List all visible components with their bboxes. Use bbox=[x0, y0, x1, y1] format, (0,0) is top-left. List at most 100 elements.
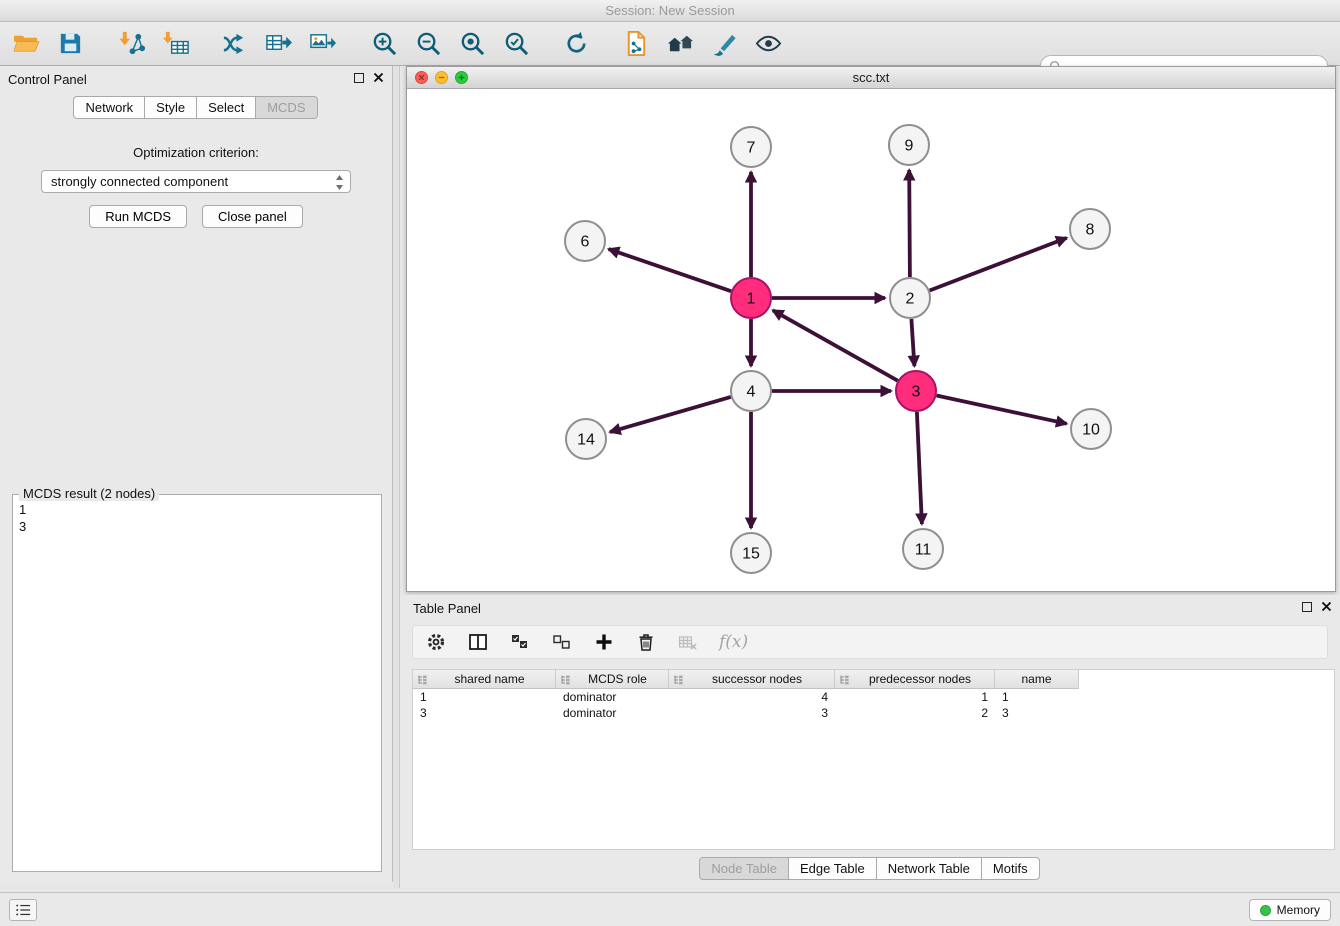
zoom-selected-button[interactable] bbox=[500, 28, 532, 60]
zoom-out-icon bbox=[415, 30, 442, 57]
graph-node-label: 9 bbox=[905, 138, 914, 155]
home-neighbors-button[interactable] bbox=[664, 28, 696, 60]
paint-brush-icon bbox=[711, 30, 738, 57]
select-all-rows-button[interactable] bbox=[509, 631, 531, 653]
import-table-button[interactable] bbox=[160, 28, 192, 60]
network-window-titlebar[interactable]: scc.txt bbox=[407, 67, 1335, 89]
open-folder-icon bbox=[13, 30, 40, 57]
run-mcds-button[interactable]: Run MCDS bbox=[89, 205, 187, 228]
close-window-icon[interactable] bbox=[415, 71, 428, 84]
tab-edge-table[interactable]: Edge Table bbox=[788, 857, 877, 880]
show-graphics-button[interactable] bbox=[752, 28, 784, 60]
node-table: shared name MCDS role successor nodes pr… bbox=[412, 669, 1335, 850]
table-header-row: shared name MCDS role successor nodes pr… bbox=[413, 670, 1334, 689]
refresh-tool-group bbox=[560, 28, 592, 60]
memory-button[interactable]: Memory bbox=[1249, 899, 1331, 921]
apply-style-button[interactable] bbox=[708, 28, 740, 60]
houses-icon bbox=[667, 30, 694, 57]
graph-edge bbox=[917, 412, 922, 524]
column-header-name[interactable]: name bbox=[995, 670, 1079, 689]
table-row[interactable]: 1 dominator 4 1 1 bbox=[413, 689, 1334, 705]
import-network-button[interactable] bbox=[116, 28, 148, 60]
export-image-button[interactable] bbox=[306, 28, 338, 60]
tab-mcds[interactable]: MCDS bbox=[255, 96, 317, 119]
attribute-icon bbox=[839, 674, 850, 685]
column-header-mcds-role[interactable]: MCDS role bbox=[556, 670, 669, 689]
delete-column-button[interactable] bbox=[635, 631, 657, 653]
deselect-all-rows-button[interactable] bbox=[551, 631, 573, 653]
graph-edge bbox=[909, 170, 910, 277]
import-tool-group bbox=[116, 28, 192, 60]
mcds-result-title: MCDS result (2 nodes) bbox=[19, 486, 159, 501]
export-table-button[interactable] bbox=[262, 28, 294, 60]
network-graph[interactable]: 7968124314101511 bbox=[407, 89, 1335, 591]
window-controls bbox=[415, 71, 468, 84]
export-tool-group bbox=[218, 28, 338, 60]
open-session-button[interactable] bbox=[10, 28, 42, 60]
task-history-button[interactable] bbox=[9, 899, 37, 921]
network-arrows-icon bbox=[221, 30, 248, 57]
float-table-panel-icon[interactable] bbox=[1302, 602, 1312, 612]
status-bar: Memory bbox=[0, 892, 1340, 926]
refresh-icon bbox=[563, 30, 590, 57]
close-panel-button[interactable]: Close panel bbox=[202, 205, 303, 228]
tab-network-table[interactable]: Network Table bbox=[876, 857, 982, 880]
eye-icon bbox=[755, 30, 782, 57]
network-canvas[interactable]: 7968124314101511 bbox=[407, 89, 1335, 591]
column-header-shared-name[interactable]: shared name bbox=[413, 670, 556, 689]
column-header-successor-nodes[interactable]: successor nodes bbox=[669, 670, 835, 689]
graph-node-label: 7 bbox=[747, 140, 756, 157]
tab-select[interactable]: Select bbox=[196, 96, 256, 119]
refresh-layout-button[interactable] bbox=[560, 28, 592, 60]
file-tool-group bbox=[10, 28, 86, 60]
task-list-icon bbox=[14, 902, 32, 918]
cell-predecessor-nodes: 2 bbox=[835, 705, 995, 721]
tab-motifs[interactable]: Motifs bbox=[981, 857, 1040, 880]
control-panel-title: Control Panel bbox=[8, 72, 87, 87]
float-panel-icon[interactable] bbox=[354, 73, 364, 83]
tab-style[interactable]: Style bbox=[144, 96, 197, 119]
show-columns-button[interactable] bbox=[467, 631, 489, 653]
minimize-window-icon[interactable] bbox=[435, 71, 448, 84]
zoom-tool-group bbox=[368, 28, 532, 60]
zoom-fit-button[interactable] bbox=[456, 28, 488, 60]
criterion-dropdown-value: strongly connected component bbox=[51, 174, 228, 189]
cell-shared-name: 1 bbox=[413, 689, 556, 705]
export-network-button[interactable] bbox=[218, 28, 250, 60]
mcds-result-group: MCDS result (2 nodes) 1 3 bbox=[12, 494, 382, 872]
vertical-splitter[interactable] bbox=[393, 66, 400, 888]
app-title: Session: New Session bbox=[605, 3, 734, 18]
zoom-in-button[interactable] bbox=[368, 28, 400, 60]
save-session-button[interactable] bbox=[54, 28, 86, 60]
table-row[interactable]: 3 dominator 3 2 3 bbox=[413, 705, 1334, 721]
import-network-icon bbox=[119, 30, 146, 57]
cell-shared-name: 3 bbox=[413, 705, 556, 721]
close-table-panel-icon[interactable] bbox=[1321, 601, 1332, 612]
delete-table-icon bbox=[678, 632, 698, 652]
mcds-result-list: 1 3 bbox=[13, 495, 381, 541]
save-floppy-icon bbox=[57, 30, 84, 57]
graph-node-label: 1 bbox=[747, 291, 756, 308]
cell-predecessor-nodes: 1 bbox=[835, 689, 995, 705]
network-view-window: scc.txt 7968124314101511 bbox=[406, 66, 1336, 592]
trash-icon bbox=[636, 632, 656, 652]
add-column-button[interactable] bbox=[593, 631, 615, 653]
cell-mcds-role: dominator bbox=[556, 689, 669, 705]
tab-node-table[interactable]: Node Table bbox=[699, 857, 789, 880]
cell-successor-nodes: 3 bbox=[669, 705, 835, 721]
table-panel-title: Table Panel bbox=[413, 601, 481, 616]
column-header-predecessor-nodes[interactable]: predecessor nodes bbox=[835, 670, 995, 689]
function-builder-button-disabled: f(x) bbox=[719, 632, 748, 652]
table-settings-button[interactable] bbox=[425, 631, 447, 653]
mcds-result-line: 1 bbox=[19, 501, 375, 518]
dropdown-arrows-icon bbox=[335, 174, 344, 191]
table-panel-header: Table Panel bbox=[400, 595, 1340, 619]
new-network-from-selection-button[interactable] bbox=[620, 28, 652, 60]
export-table-icon bbox=[265, 30, 292, 57]
graph-node-label: 3 bbox=[912, 384, 921, 401]
tab-network[interactable]: Network bbox=[73, 96, 145, 119]
zoom-window-icon[interactable] bbox=[455, 71, 468, 84]
criterion-dropdown[interactable]: strongly connected component bbox=[41, 170, 351, 193]
zoom-out-button[interactable] bbox=[412, 28, 444, 60]
close-panel-icon[interactable] bbox=[373, 72, 384, 83]
